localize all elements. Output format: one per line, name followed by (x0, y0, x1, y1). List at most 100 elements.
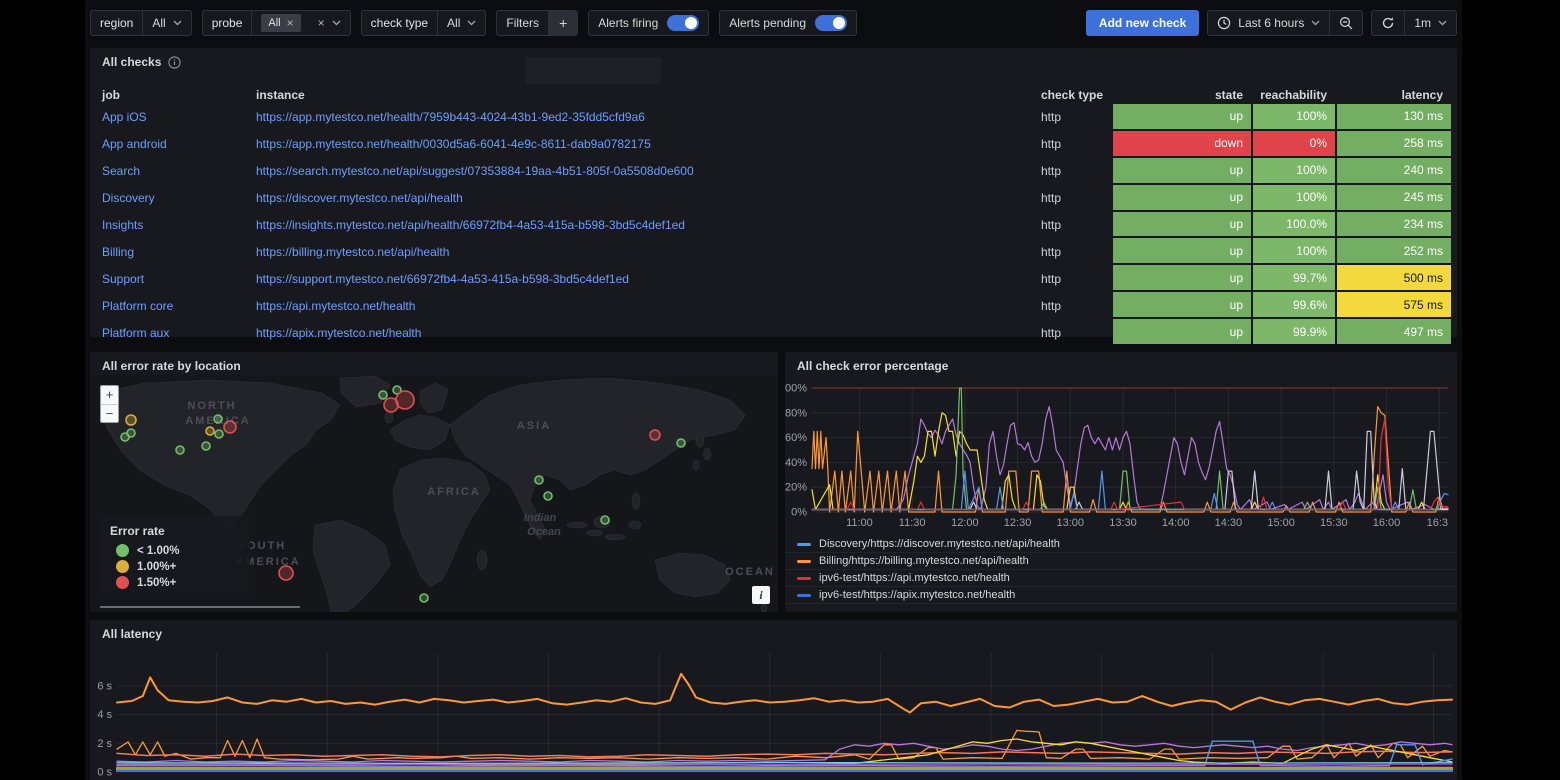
map-dot[interactable] (677, 439, 685, 447)
refresh-interval-dropdown[interactable]: 1m (1405, 11, 1456, 35)
check-type-cell: http (1041, 272, 1113, 286)
instance-link[interactable]: https://insights.mytestco.net/api/health… (256, 218, 1041, 232)
map-legend-item: 1.00%+ (116, 560, 240, 573)
series-line-teal-flat (117, 763, 1452, 764)
col-header-latency[interactable]: latency (1337, 88, 1453, 102)
region-value-dropdown[interactable]: All (143, 16, 190, 30)
instance-link[interactable]: https://discover.mytestco.net/api/health (256, 191, 1041, 205)
probe-tag-all[interactable]: All × (261, 14, 300, 32)
col-header-check-type[interactable]: check type (1041, 88, 1113, 102)
refresh-button[interactable] (1372, 11, 1404, 35)
world-map[interactable]: NORTHAMERICASOUTHAMERICAAFRICAASIAIndian… (90, 375, 778, 612)
panel-all-latency-title[interactable]: All latency (90, 620, 1457, 646)
panel-all-checks-title[interactable]: All checks (90, 48, 1457, 74)
job-link[interactable]: Discovery (102, 191, 256, 205)
region-value: All (152, 16, 165, 30)
reachability-cell: 99.9% (1253, 319, 1335, 344)
time-range-button[interactable]: Last 6 hours (1208, 11, 1329, 35)
chart-legend-item[interactable]: Discovery/https://discover.mytestco.net/… (785, 536, 1457, 553)
check-type-label: check type (362, 11, 438, 35)
map-attribution-button[interactable]: i (752, 586, 770, 604)
instance-link[interactable]: https://billing.mytestco.net/api/health (256, 245, 1041, 259)
probe-value-dropdown[interactable]: All × × (252, 14, 349, 32)
x-tick-label: 15:30 (1320, 517, 1348, 529)
chart-legend-item[interactable]: ipv6-test/https://apix.mytestco.net/heal… (785, 587, 1457, 604)
error-percentage-chart[interactable]: 0%20%40%60%80%100%11:0011:3012:0012:3013… (785, 376, 1457, 536)
y-tick-label: 60% (785, 432, 807, 444)
chart-legend-item[interactable]: ipv6-test/https://api.mytestco.net/healt… (785, 570, 1457, 587)
map-legend: Error rate < 1.00%1.00%+1.50%+ (100, 516, 250, 598)
map-dot[interactable] (396, 391, 414, 409)
reachability-cell: 100% (1253, 158, 1335, 183)
job-link[interactable]: Support (102, 272, 256, 286)
job-link[interactable]: App android (102, 137, 256, 151)
add-new-check-button[interactable]: Add new check (1086, 10, 1199, 36)
job-link[interactable]: Billing (102, 245, 256, 259)
chart-legend-item[interactable]: Billing/https://billing.mytestco.net/api… (785, 553, 1457, 570)
refresh-picker: 1m (1371, 10, 1457, 36)
map-dot[interactable] (420, 594, 428, 602)
check-type-value: All (447, 16, 460, 30)
map-dot[interactable] (379, 391, 387, 399)
map-dot[interactable] (214, 415, 222, 423)
check-type-cell: http (1041, 191, 1113, 205)
map-dot[interactable] (279, 566, 293, 580)
probe-tag-remove-icon[interactable]: × (287, 16, 294, 30)
panel-error-percentage-title[interactable]: All check error percentage (785, 352, 1457, 378)
instance-link[interactable]: https://api.mytestco.net/health (256, 299, 1041, 313)
instance-link[interactable]: https://support.mytestco.net/66972fb4-4a… (256, 272, 1041, 286)
alerts-firing-toggle[interactable] (667, 15, 699, 31)
probe-clear-icon[interactable]: × (318, 16, 325, 30)
job-link[interactable]: Platform core (102, 299, 256, 313)
alerts-pending-label: Alerts pending (720, 16, 815, 30)
map-dot[interactable] (224, 421, 236, 433)
series-line-violet-flat (117, 764, 1452, 765)
job-link[interactable]: Insights (102, 218, 256, 232)
col-header-state[interactable]: state (1113, 88, 1253, 102)
map-dot[interactable] (126, 415, 136, 425)
x-tick-label: 15:00 (1267, 517, 1295, 529)
state-cell: up (1113, 212, 1251, 237)
map-zoom-in-button[interactable]: + (101, 386, 118, 404)
job-link[interactable]: Platform aux (102, 326, 256, 340)
job-link[interactable]: Search (102, 164, 256, 178)
map-dot[interactable] (650, 430, 660, 440)
reachability-cell: 100% (1253, 185, 1335, 210)
map-dot[interactable] (127, 429, 135, 437)
instance-link[interactable]: https://apix.mytestco.net/health (256, 326, 1041, 340)
dashboard-canvas: region All probe All × × check type All (85, 0, 1462, 780)
legend-label: ipv6-test/https://api.mytestco.net/healt… (819, 572, 1010, 584)
map-dot[interactable] (215, 430, 223, 438)
col-header-job[interactable]: job (102, 88, 256, 102)
y-tick-label: 40% (785, 457, 807, 469)
map-dot[interactable] (535, 476, 543, 484)
map-dot[interactable] (206, 427, 214, 435)
map-dot[interactable] (544, 492, 552, 500)
table-row: Insightshttps://insights.mytestco.net/ap… (102, 212, 1457, 239)
instance-link[interactable]: https://app.mytestco.net/health/7959b443… (256, 110, 1041, 124)
filters-chip: Filters + (496, 10, 578, 36)
instance-link[interactable]: https://app.mytestco.net/health/0030d5a6… (256, 137, 1041, 151)
map-legend-item: < 1.00% (116, 544, 240, 557)
time-zoom-out-button[interactable] (1330, 11, 1362, 35)
panel-title-text: All error rate by location (102, 359, 241, 373)
map-region-label: Ocean (527, 526, 561, 538)
map-zoom-controls: + − (100, 385, 119, 423)
instance-link[interactable]: https://search.mytestco.net/api/suggest/… (256, 164, 1041, 178)
check-type-value-dropdown[interactable]: All (438, 16, 485, 30)
col-header-reachability[interactable]: reachability (1253, 88, 1337, 102)
map-dot[interactable] (176, 446, 184, 454)
map-dot[interactable] (601, 516, 609, 524)
col-header-instance[interactable]: instance (256, 88, 1041, 102)
map-dot[interactable] (202, 442, 210, 450)
panel-all-latency: All latency 0 s2 s4 s6 s (90, 620, 1457, 780)
filters-label: Filters (497, 16, 548, 30)
map-zoom-out-button[interactable]: − (101, 404, 118, 422)
map-scale-bar (100, 606, 300, 608)
alerts-pending-toggle[interactable] (815, 15, 847, 31)
latency-cell: 258 ms (1337, 131, 1451, 156)
checks-table-header: job instance check type state reachabili… (90, 86, 1457, 104)
latency-chart[interactable]: 0 s2 s4 s6 s (90, 644, 1457, 780)
add-filter-button[interactable]: + (548, 11, 577, 35)
job-link[interactable]: App iOS (102, 110, 256, 124)
